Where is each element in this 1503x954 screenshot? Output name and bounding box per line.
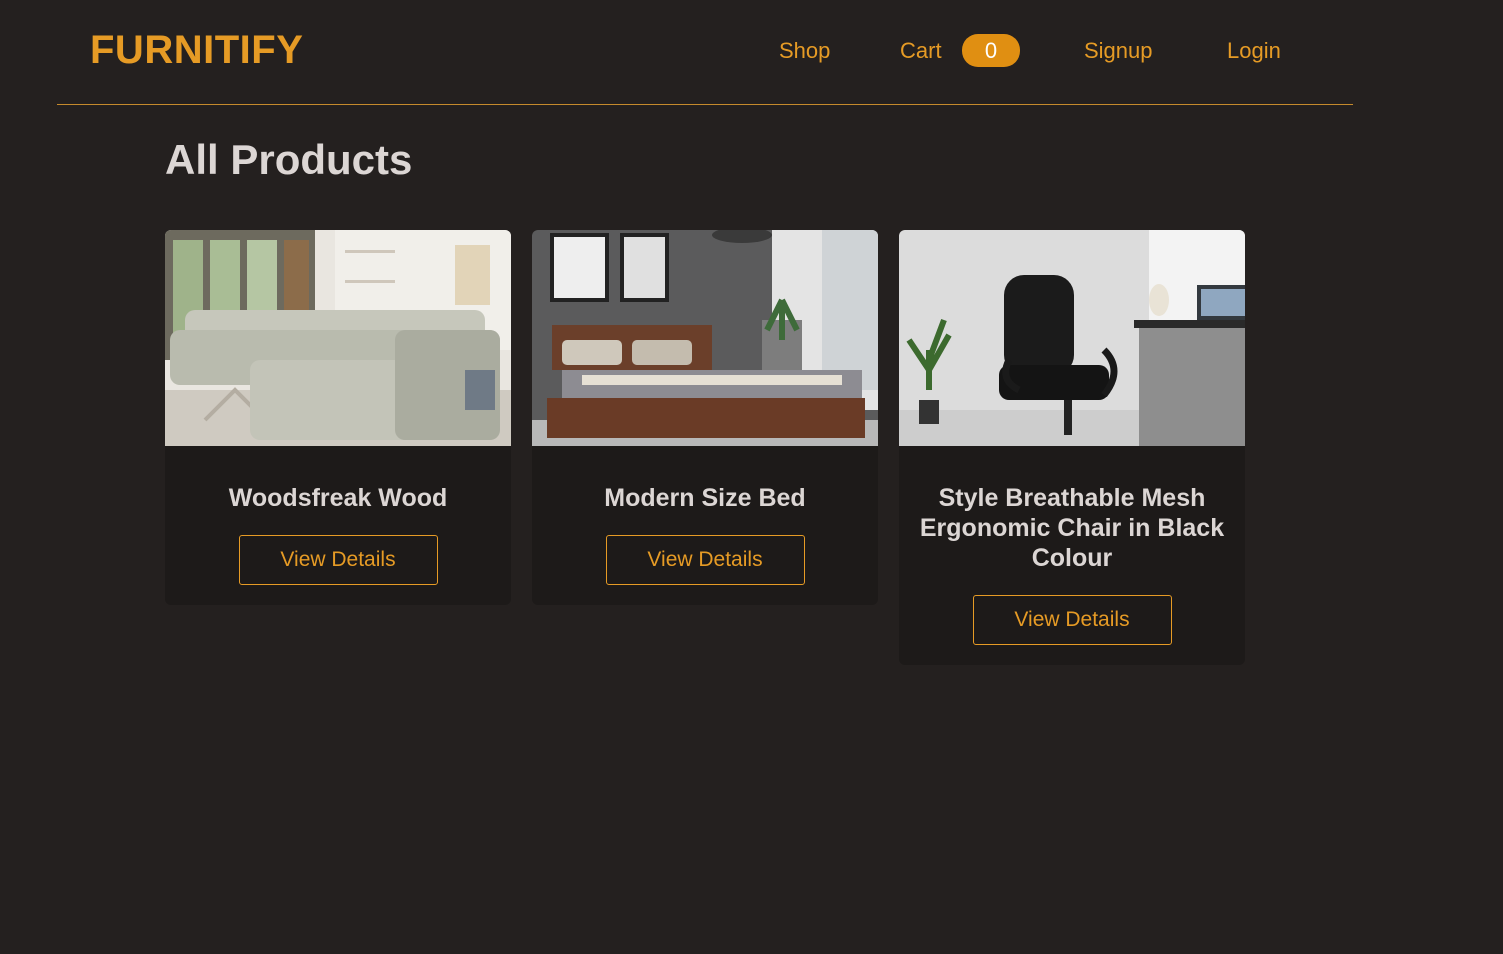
site-header: FURNITIFY Shop Cart 0 Signup Login <box>57 0 1353 105</box>
product-card: Modern Size Bed View Details <box>532 230 878 605</box>
nav-login-link[interactable]: Login <box>1227 38 1281 64</box>
product-title: Style Breathable Mesh Ergonomic Chair in… <box>919 484 1225 572</box>
cart-count-badge[interactable]: 0 <box>962 34 1020 67</box>
product-card: Style Breathable Mesh Ergonomic Chair in… <box>899 230 1245 665</box>
page-title: All Products <box>165 136 413 183</box>
product-title: Woodsfreak Wood <box>228 484 448 512</box>
sofa-image[interactable] <box>165 230 511 446</box>
product-title: Modern Size Bed <box>604 484 806 512</box>
nav-signup-link[interactable]: Signup <box>1084 38 1153 64</box>
logo[interactable]: FURNITIFY <box>90 28 303 73</box>
nav-cart-link[interactable]: Cart <box>900 38 942 64</box>
product-card: Woodsfreak Wood View Details <box>165 230 511 605</box>
bed-image[interactable] <box>532 230 878 446</box>
view-details-button[interactable]: View Details <box>972 595 1172 645</box>
chair-image[interactable] <box>899 230 1245 446</box>
nav-shop-link[interactable]: Shop <box>779 38 830 64</box>
view-details-button[interactable]: View Details <box>238 535 438 585</box>
view-details-button[interactable]: View Details <box>605 535 805 585</box>
